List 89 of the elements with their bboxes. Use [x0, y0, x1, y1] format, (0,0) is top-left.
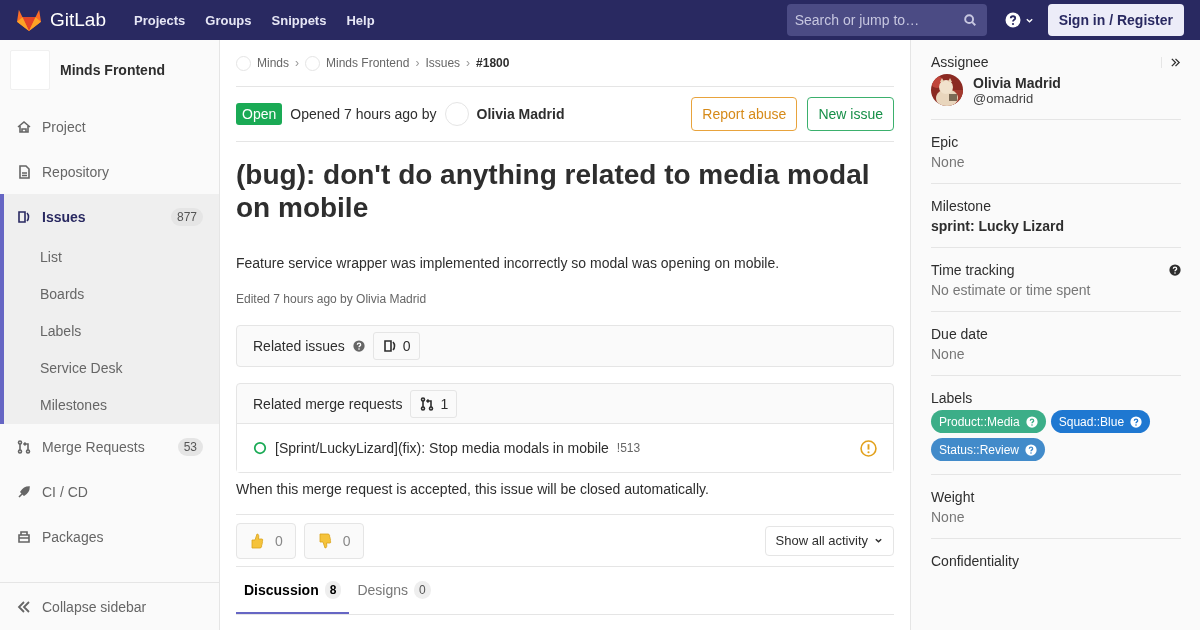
help-icon — [1025, 443, 1038, 456]
count-badge: 53 — [177, 437, 203, 456]
count-badge: 1 — [410, 389, 458, 418]
closing-note: When this merge request is accepted, this issue will be closed automatically. — [236, 481, 894, 515]
card-title: Related issues — [253, 338, 345, 354]
thumbs-up-icon — [249, 531, 265, 550]
merge-request-title[interactable]: [Sprint/LuckyLizard](fix): Stop media modals in mobile — [275, 440, 609, 456]
sidebar-item[interactable]: Repository — [0, 149, 219, 194]
sidebar-subitem[interactable]: Boards — [4, 276, 219, 313]
section-value: None — [931, 346, 966, 362]
merge-request-ref: !513 — [616, 441, 641, 455]
section-value: No estimate or time spent — [931, 282, 1092, 298]
breadcrumb-link[interactable]: #1800 — [476, 56, 510, 70]
opened-text: Opened 7 hours ago by — [290, 106, 437, 122]
search-field[interactable]: Search or jump to… — [786, 4, 987, 36]
issue-description: Feature service wrapper was implemented incorrectly so modal was opening on mobile. — [236, 255, 781, 271]
double-chevron-right-icon[interactable] — [1170, 56, 1181, 68]
thumbs-down-icon — [316, 531, 333, 550]
nav-link[interactable]: Help — [346, 12, 375, 28]
status-badge: Open — [236, 103, 283, 125]
breadcrumb-link[interactable]: Minds — [257, 56, 289, 70]
merge-request-icon — [419, 395, 436, 412]
new-issue-button[interactable]: New issue — [807, 97, 894, 131]
help-icon — [1130, 415, 1143, 428]
chevron-down-icon — [874, 536, 883, 545]
breadcrumb-link[interactable]: Issues — [425, 56, 461, 70]
section-heading: Confidentiality — [931, 553, 1019, 569]
count-badge: 8 — [324, 580, 342, 599]
card-title: Related merge requests — [253, 395, 403, 412]
sidebar-item[interactable]: Issues 877 — [4, 194, 219, 239]
section-value: None — [931, 509, 966, 525]
assignee-name[interactable]: Olivia Madrid — [973, 74, 1061, 91]
sign-in-button[interactable]: Sign in / Register — [1047, 4, 1184, 36]
count-badge: 877 — [170, 207, 203, 226]
document-icon — [16, 163, 32, 180]
package-icon — [16, 528, 32, 545]
home-icon — [16, 118, 32, 135]
open-circle-icon — [253, 441, 267, 455]
author-link[interactable]: Olivia Madrid — [476, 106, 565, 122]
count-badge: 0 — [414, 580, 431, 599]
breadcrumb-link[interactable]: Minds Frontend — [326, 56, 410, 70]
section-heading: Assignee — [931, 54, 989, 70]
section-heading: Time tracking — [931, 262, 1015, 278]
nav-link[interactable]: Projects — [134, 12, 186, 28]
sidebar-subitem[interactable]: Milestones — [4, 387, 219, 424]
section-heading: Epic — [931, 134, 959, 150]
activity-filter-dropdown[interactable]: Show all activity — [764, 525, 894, 556]
help-icon — [352, 340, 365, 352]
breadcrumb-separator: › — [295, 56, 299, 70]
assignee-username: @omadrid — [973, 90, 1035, 106]
count-badge: 0 — [372, 332, 420, 360]
section-heading: Labels — [931, 390, 973, 406]
section-value: sprint: Lucky Lizard — [931, 218, 1066, 234]
tab[interactable]: Designs 0 — [349, 567, 439, 614]
issues-icon — [381, 338, 398, 354]
section-heading: Due date — [931, 326, 988, 342]
brand-name: GitLab — [50, 9, 106, 31]
warning-icon — [860, 439, 877, 457]
label-tag[interactable]: Status::Review — [931, 438, 1046, 461]
fox-logo-icon[interactable] — [16, 8, 42, 32]
breadcrumb-separator: › — [415, 56, 420, 70]
nav-link[interactable]: Snippets — [271, 12, 327, 28]
double-chevron-left-icon — [16, 598, 32, 615]
reaction-button[interactable]: 0 — [236, 522, 296, 559]
reaction-button[interactable]: 0 — [303, 522, 364, 559]
sidebar-item[interactable]: Merge Requests 53 — [0, 424, 219, 469]
nav-link[interactable]: Groups — [205, 12, 252, 28]
sidebar-item[interactable]: CI / CD — [0, 469, 219, 514]
issue-title: (bug): don't do anything related to media modal on mobile — [236, 158, 871, 224]
label-tag[interactable]: Squad::Blue — [1050, 410, 1151, 433]
sidebar-subitem[interactable]: Labels — [4, 313, 219, 350]
issues-icon — [16, 208, 32, 225]
section-value: None — [931, 154, 966, 170]
edited-text: Edited 7 hours ago by Olivia Madrid — [236, 292, 428, 306]
search-icon — [962, 13, 977, 27]
project-name[interactable]: Minds Frontend — [60, 62, 165, 78]
help-icon — [1004, 12, 1021, 28]
sidebar-subitem[interactable]: Service Desk — [4, 350, 219, 387]
merge-request-icon — [16, 438, 32, 455]
sidebar-item[interactable]: Project — [0, 104, 219, 149]
sidebar-item[interactable]: Packages — [0, 514, 219, 559]
tab[interactable]: Discussion 8 — [236, 567, 350, 614]
breadcrumb-separator: › — [466, 56, 471, 70]
section-heading: Milestone — [931, 198, 991, 214]
help-icon — [1025, 415, 1038, 428]
merge-request-row[interactable]: [Sprint/LuckyLizard](fix): Stop media modals in mobile !513 — [237, 424, 893, 472]
section-heading: Weight — [931, 489, 975, 505]
sidebar-subitem[interactable]: List — [4, 239, 219, 276]
rocket-icon — [16, 483, 32, 500]
